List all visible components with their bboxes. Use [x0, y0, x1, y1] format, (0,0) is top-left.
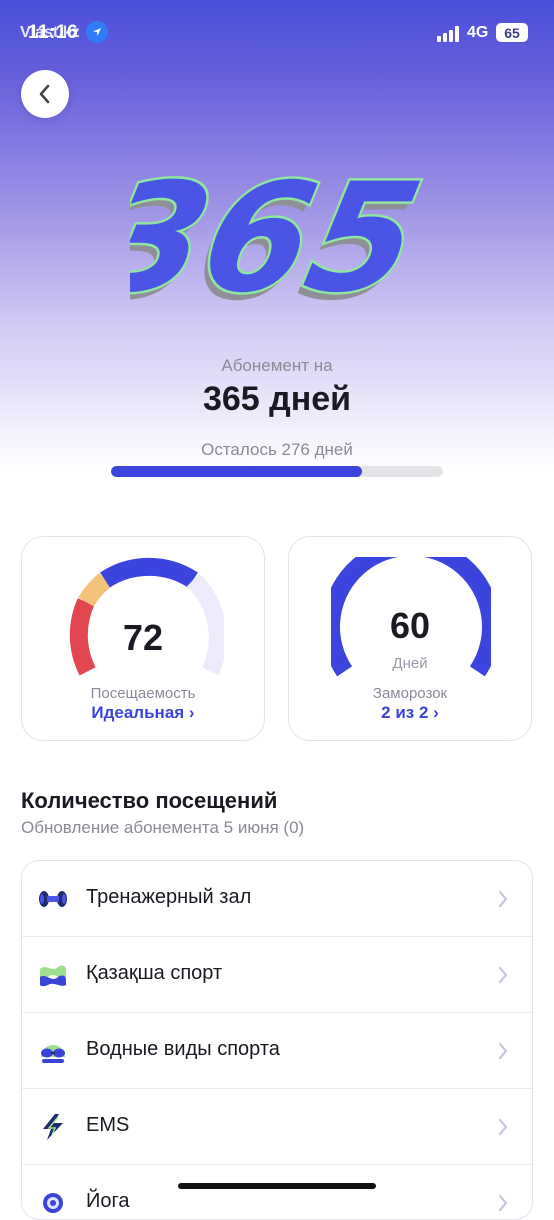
swim-goggles-icon [41, 1045, 65, 1063]
activity-item-kazakh-sport[interactable]: Қазақша спорт [22, 937, 532, 1013]
freeze-label: Заморозок [372, 685, 448, 702]
watermark: Vlast.kz [20, 24, 80, 41]
plan-title: 365 дней [202, 380, 352, 418]
location-arrow-icon [86, 21, 108, 43]
visits-subtitle: Обновление абонемента 5 июня (0) [21, 818, 305, 837]
lotus-icon [43, 1193, 63, 1213]
back-button[interactable] [21, 70, 69, 118]
activity-label: Водные виды спорта [86, 1038, 280, 1060]
activity-label: Тренажерный зал [86, 886, 252, 908]
chevron-right-icon [498, 1194, 508, 1212]
activity-item-yoga[interactable]: Йога [22, 1165, 532, 1219]
signal-icon [437, 26, 461, 48]
activity-item-gym[interactable]: Тренажерный зал [22, 861, 532, 937]
attendance-card[interactable]: 72 Посещаемость Идеальная › [21, 536, 265, 741]
chevron-right-icon [498, 1118, 508, 1136]
activity-item-water-sports[interactable]: Водные виды спорта [22, 1013, 532, 1089]
lightning-icon [43, 1114, 63, 1140]
chevron-right-icon [498, 890, 508, 908]
visits-title: Количество посещений [21, 788, 278, 813]
battery-level: 65 [504, 24, 520, 41]
home-indicator[interactable] [178, 1183, 376, 1189]
chevron-right-icon [498, 966, 508, 984]
activity-item-ems[interactable]: EMS [22, 1089, 532, 1165]
chevron-right-icon [498, 1042, 508, 1060]
battery-icon: 65 [496, 23, 528, 42]
membership-progress-bar [111, 466, 443, 477]
dumbbell-icon [39, 891, 67, 907]
attendance-label: Посещаемость [90, 685, 196, 702]
activity-label: EMS [86, 1114, 130, 1136]
freeze-days-unit: Дней [392, 655, 428, 672]
gauge-blue-segment [100, 557, 198, 588]
activity-label: Йога [86, 1190, 130, 1212]
logo-365: 365 365 [78, 140, 436, 335]
chevron-left-icon [39, 84, 50, 104]
attendance-value: 72 [122, 617, 164, 658]
freeze-days-value: 60 [389, 605, 431, 646]
freeze-card[interactable]: 60 Дней Заморозок 2 из 2 › [288, 536, 532, 741]
network-type: 4G [467, 24, 489, 41]
attendance-status-link[interactable]: Идеальная › [22, 703, 264, 723]
gauge-orange-segment [78, 572, 111, 607]
plan-subtitle: Абонемент на [221, 356, 333, 375]
status-bar: 11:16 Vlast.kz 4G 65 [0, 0, 554, 62]
logo-text: 365 [130, 151, 430, 326]
activity-list: Тренажерный зал Қазақша спорт Водные вид… [21, 860, 533, 1220]
days-remaining: Осталось 276 дней [201, 440, 353, 459]
kazakh-sport-icon [40, 965, 66, 987]
freeze-count-link[interactable]: 2 из 2 › [289, 703, 531, 723]
activity-label: Қазақша спорт [86, 962, 223, 984]
membership-progress-fill [111, 466, 362, 477]
